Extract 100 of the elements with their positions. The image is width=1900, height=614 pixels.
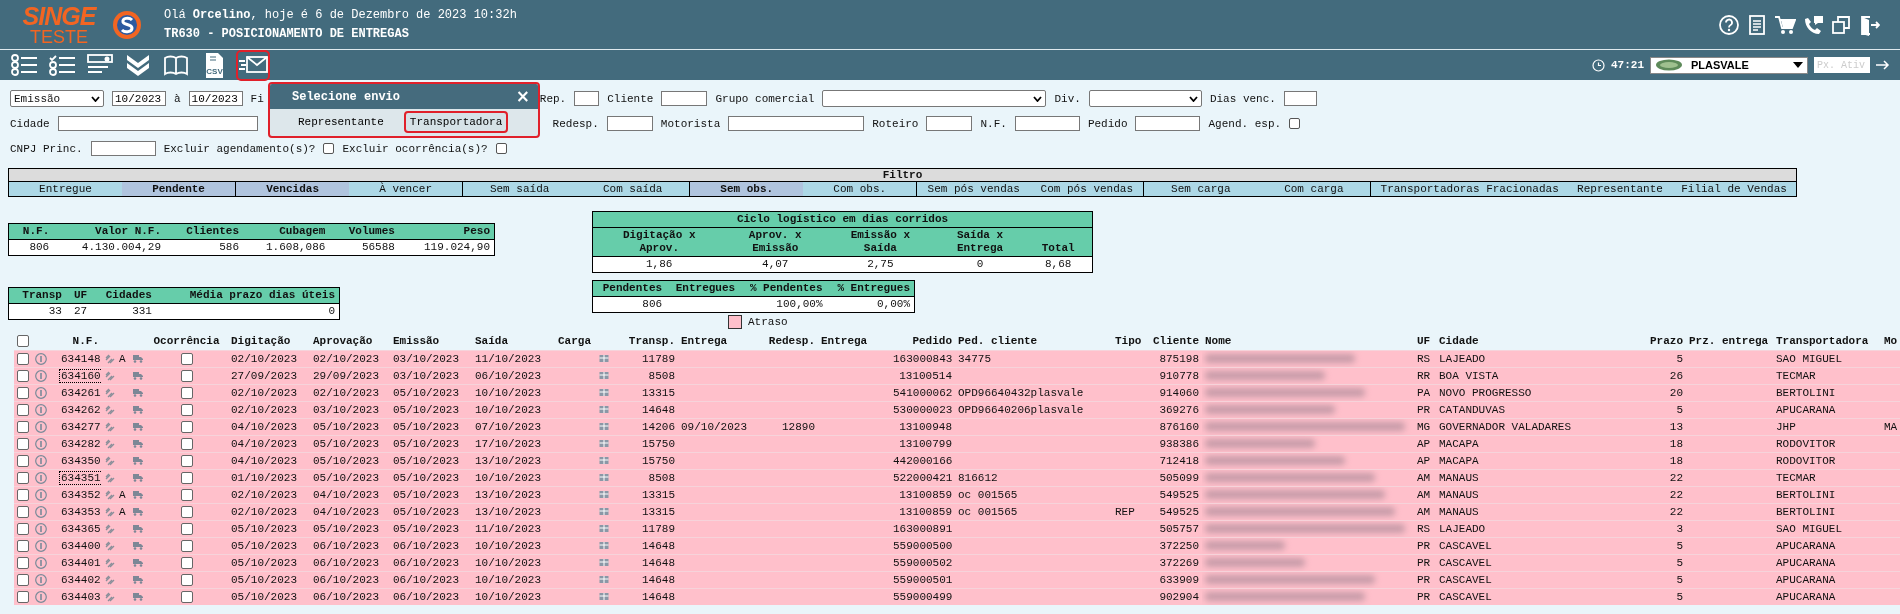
- row-checkbox[interactable]: [17, 471, 29, 484]
- nf-link[interactable]: 634353: [59, 504, 102, 519]
- table-row[interactable]: 634401 05/10/2023 06/10/2023 06/10/2023 10/10/2023 14648 559000502 372269 PR CASCAVEL 5 APUCARANA: [14, 554, 1900, 571]
- row-checkbox[interactable]: [17, 522, 29, 535]
- truck-icon[interactable]: [133, 354, 143, 364]
- box-icon[interactable]: [599, 405, 609, 415]
- row-checkbox[interactable]: [17, 539, 29, 552]
- checkbox[interactable]: [495, 143, 507, 154]
- truck-icon[interactable]: [133, 541, 143, 551]
- truck-icon[interactable]: [133, 388, 143, 398]
- filter-toggle[interactable]: Transportadoras Fracionadas: [1371, 182, 1568, 196]
- column-header[interactable]: Aprovação: [310, 333, 390, 350]
- truck-icon[interactable]: [133, 405, 143, 415]
- nf-link[interactable]: 634402: [59, 572, 102, 587]
- link-icon[interactable]: [105, 353, 115, 364]
- column-header[interactable]: Saída: [472, 333, 555, 350]
- occurrence-checkbox[interactable]: [180, 505, 193, 518]
- link-icon[interactable]: [105, 421, 115, 432]
- dropdown[interactable]: Emissão: [10, 90, 104, 107]
- filter-toggle[interactable]: Sem saída: [463, 182, 577, 196]
- occurrence-checkbox[interactable]: [180, 403, 193, 416]
- phone-chat-icon[interactable]: [1802, 13, 1824, 36]
- table-row[interactable]: 634400 05/10/2023 06/10/2023 06/10/2023 10/10/2023 14648 559000500 372250 PR CASCAVEL 5 APUCARANA: [14, 537, 1900, 554]
- table-row[interactable]: 634262 02/10/2023 03/10/2023 05/10/2023 10/10/2023 14648 530000023 OPD96640206plasvale 369276 PR CATANDUVAS 5 APUCARANA: [14, 401, 1900, 418]
- nf-link[interactable]: 634351: [59, 470, 102, 485]
- table-row[interactable]: 634353 A 02/10/2023 04/10/2023 05/10/2023 13/10/2023 13315 13100859 oc 001565 REP 549525 AM MANAUS 22 BERTOLINI: [14, 503, 1900, 520]
- column-header[interactable]: Nome: [1202, 333, 1414, 350]
- document-icon[interactable]: [1746, 13, 1768, 36]
- input-field[interactable]: [1135, 116, 1201, 131]
- info-icon[interactable]: [35, 369, 47, 382]
- truck-icon[interactable]: [133, 490, 143, 500]
- box-icon[interactable]: [599, 422, 609, 432]
- column-header[interactable]: Ocorrência: [145, 333, 228, 350]
- column-header[interactable]: Entrega: [818, 333, 890, 350]
- box-icon[interactable]: [599, 388, 609, 398]
- occurrence-checkbox[interactable]: [180, 352, 193, 365]
- select-all-checkbox[interactable]: [17, 335, 29, 348]
- box-icon[interactable]: [599, 592, 609, 602]
- box-icon[interactable]: [599, 473, 609, 483]
- nf-link[interactable]: 634261: [59, 385, 102, 400]
- box-icon[interactable]: [599, 541, 609, 551]
- filter-toggle[interactable]: Filial de Vendas: [1672, 182, 1796, 196]
- row-checkbox[interactable]: [17, 437, 29, 450]
- checkbox[interactable]: [1289, 118, 1301, 129]
- table-row[interactable]: 634350 04/10/2023 05/10/2023 05/10/2023 13/10/2023 15750 442000166 712418 AP MACAPA 18 RODOVITOR: [14, 452, 1900, 469]
- nf-link[interactable]: 634262: [59, 402, 102, 417]
- truck-icon[interactable]: [133, 456, 143, 466]
- row-checkbox[interactable]: [17, 369, 29, 382]
- nf-link[interactable]: 634401: [59, 555, 102, 570]
- filter-toggle[interactable]: Com carga: [1257, 182, 1371, 196]
- occurrence-checkbox[interactable]: [180, 454, 193, 467]
- link-icon[interactable]: [105, 387, 115, 398]
- occurrence-checkbox[interactable]: [180, 573, 193, 586]
- filter-toggle[interactable]: Com pós vendas: [1030, 182, 1144, 196]
- link-icon[interactable]: [105, 455, 115, 466]
- input-field[interactable]: [90, 141, 156, 156]
- info-icon[interactable]: [35, 454, 47, 467]
- link-icon[interactable]: [105, 370, 115, 381]
- link-icon[interactable]: [105, 438, 115, 449]
- row-checkbox[interactable]: [17, 573, 29, 586]
- nf-link[interactable]: 634403: [59, 589, 102, 604]
- filter-toggle[interactable]: Com saída: [576, 182, 690, 196]
- column-header[interactable]: Redesp.: [765, 333, 818, 350]
- link-icon[interactable]: [105, 489, 115, 500]
- box-icon[interactable]: [599, 456, 609, 466]
- column-header[interactable]: Carga: [555, 333, 612, 350]
- nf-link[interactable]: 634400: [59, 538, 102, 553]
- row-checkbox[interactable]: [17, 352, 29, 365]
- occurrence-checkbox[interactable]: [180, 386, 193, 399]
- info-icon[interactable]: [35, 471, 47, 484]
- occurrence-checkbox[interactable]: [180, 590, 193, 603]
- occurrence-checkbox[interactable]: [180, 539, 193, 552]
- link-icon[interactable]: [105, 591, 115, 602]
- info-icon[interactable]: [35, 352, 47, 365]
- info-icon[interactable]: [35, 522, 47, 535]
- row-checkbox[interactable]: [17, 403, 29, 416]
- column-header[interactable]: UF: [1414, 333, 1436, 350]
- table-row[interactable]: 634351 01/10/2023 05/10/2023 05/10/2023 10/10/2023 8508 522000421 816612 505099 AM MANAUS 22 TECMAR: [14, 469, 1900, 486]
- exit-icon[interactable]: [1858, 13, 1880, 36]
- link-icon[interactable]: [105, 506, 115, 517]
- help-icon[interactable]: [1718, 13, 1740, 36]
- column-header[interactable]: Entrega: [678, 333, 765, 350]
- column-header[interactable]: Ped. cliente: [955, 333, 1112, 350]
- info-icon[interactable]: [35, 505, 47, 518]
- column-header[interactable]: Mo: [1881, 333, 1900, 350]
- info-icon[interactable]: [35, 539, 47, 552]
- table-row[interactable]: 634277 04/10/2023 05/10/2023 05/10/2023 07/10/2023 14206 09/10/2023 12890 13100948 876160 MG GOVERNADOR VALADARES 13 JHP MA: [14, 418, 1900, 435]
- row-checkbox[interactable]: [17, 488, 29, 501]
- column-header[interactable]: Digitação: [228, 333, 310, 350]
- info-icon[interactable]: [35, 437, 47, 450]
- occurrence-checkbox[interactable]: [180, 369, 193, 382]
- truck-icon[interactable]: [133, 439, 143, 449]
- filter-toggle[interactable]: Entregue: [9, 182, 123, 196]
- nf-link[interactable]: 634282: [59, 436, 102, 451]
- row-checkbox[interactable]: [17, 386, 29, 399]
- column-header[interactable]: Transp.: [612, 333, 678, 350]
- option-button[interactable]: Transportadora: [403, 111, 509, 133]
- windows-icon[interactable]: [1830, 13, 1852, 36]
- filter-toggle[interactable]: Pendente: [122, 182, 236, 196]
- row-checkbox[interactable]: [17, 556, 29, 569]
